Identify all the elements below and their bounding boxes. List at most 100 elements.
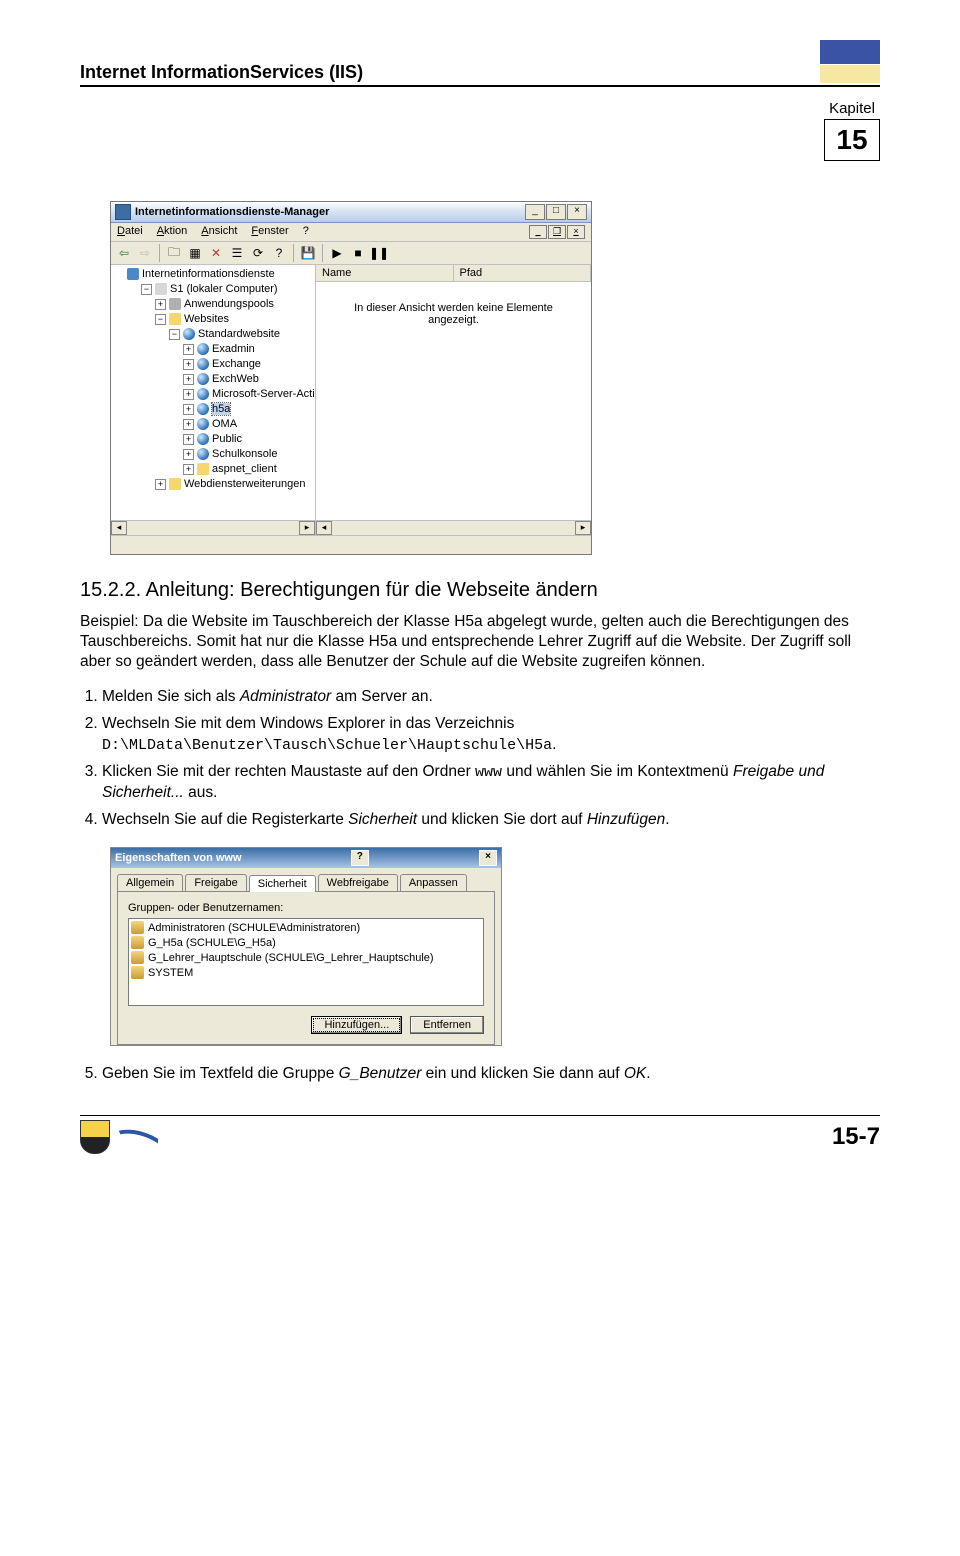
maximize-button[interactable]: □	[546, 204, 566, 220]
add-button[interactable]: Hinzufügen...	[311, 1016, 402, 1034]
list-item[interactable]: G_H5a (SCHULE\G_H5a)	[131, 936, 481, 951]
horizontal-scrollbar[interactable]: ◂▸	[111, 520, 315, 535]
pause-button[interactable]: ❚❚	[370, 244, 388, 262]
empty-list-message: In dieser Ansicht werden keine Elemente	[354, 302, 553, 314]
remove-button[interactable]: Entfernen	[410, 1016, 484, 1034]
group-icon	[131, 921, 144, 934]
export-button[interactable]: 💾	[299, 244, 317, 262]
step-3: Klicken Sie mit der rechten Maustaste au…	[102, 762, 880, 804]
horizontal-scrollbar[interactable]: ◂▸	[316, 520, 591, 535]
forward-button[interactable]: ⇨	[136, 244, 154, 262]
root-icon	[127, 268, 139, 280]
globe-icon	[197, 433, 209, 445]
server-icon	[155, 283, 167, 295]
refresh-button[interactable]: ⟳	[249, 244, 267, 262]
child-close-button[interactable]: ×	[567, 225, 585, 239]
globe-icon	[197, 403, 209, 415]
page-number: 15-7	[832, 1123, 880, 1151]
tab-allgemein[interactable]: Allgemein	[117, 874, 183, 891]
expand-toggle[interactable]: +	[183, 449, 194, 460]
tab-sicherheit[interactable]: Sicherheit	[249, 875, 316, 892]
close-button[interactable]: ×	[479, 850, 497, 866]
close-button[interactable]: ×	[567, 204, 587, 220]
expand-toggle[interactable]: +	[183, 359, 194, 370]
section-heading: 15.2.2. Anleitung: Berechtigungen für di…	[80, 579, 880, 602]
tab-freigabe[interactable]: Freigabe	[185, 874, 246, 891]
expand-toggle[interactable]: +	[183, 389, 194, 400]
menu-ansicht[interactable]: Ansicht	[201, 225, 237, 239]
menu-help[interactable]: ?	[303, 225, 309, 239]
help-button[interactable]: ?	[351, 850, 369, 866]
column-header-path[interactable]: Pfad	[454, 265, 592, 281]
properties-button[interactable]: ☰	[228, 244, 246, 262]
tree-websites[interactable]: Websites	[184, 313, 229, 325]
step-5: Geben Sie im Textfeld die Gruppe G_Benut…	[102, 1064, 880, 1085]
minimize-button[interactable]: _	[525, 204, 545, 220]
tree-server[interactable]: S1 (lokaler Computer)	[170, 283, 278, 295]
menubar[interactable]: Datei Aktion Ansicht Fenster ? _ ❐ ×	[111, 223, 591, 242]
expand-toggle[interactable]: +	[155, 479, 166, 490]
tree-node-selected[interactable]: h5a	[212, 403, 230, 415]
tree-node[interactable]: Microsoft-Server-Acti	[212, 388, 315, 400]
tree-pools[interactable]: Anwendungspools	[184, 298, 274, 310]
expand-toggle[interactable]: −	[155, 314, 166, 325]
globe-icon	[197, 388, 209, 400]
tree-node[interactable]: aspnet_client	[212, 463, 277, 475]
section-number: 15.2.2.	[80, 579, 141, 601]
window-title: Internetinformationsdienste-Manager	[135, 206, 329, 218]
tree-node[interactable]: OMA	[212, 418, 237, 430]
expand-toggle[interactable]: +	[155, 299, 166, 310]
list-icon[interactable]: ▦	[186, 244, 204, 262]
tree-node[interactable]: Exchange	[212, 358, 261, 370]
expand-toggle[interactable]: −	[169, 329, 180, 340]
expand-toggle[interactable]: −	[141, 284, 152, 295]
stop-button[interactable]: ■	[349, 244, 367, 262]
crest-icon	[80, 1120, 110, 1154]
steps-list: Melden Sie sich als Administrator am Ser…	[80, 687, 880, 831]
group-listbox[interactable]: Administratoren (SCHULE\Administratoren)…	[128, 918, 484, 1006]
tree-ext[interactable]: Webdiensterweiterungen	[184, 478, 305, 490]
tab-anpassen[interactable]: Anpassen	[400, 874, 467, 891]
header-decoration	[820, 40, 880, 83]
up-button[interactable]: 🗀	[165, 244, 183, 262]
list-item[interactable]: Administratoren (SCHULE\Administratoren)	[131, 921, 481, 936]
expand-toggle[interactable]: +	[183, 464, 194, 475]
tree-panel[interactable]: Internetinformationsdienste − S1 (lokaler…	[111, 265, 316, 535]
globe-icon	[197, 358, 209, 370]
back-button[interactable]: ⇦	[115, 244, 133, 262]
globe-icon	[197, 448, 209, 460]
menu-fenster[interactable]: Fenster	[251, 225, 288, 239]
window-titlebar[interactable]: Internetinformationsdienste-Manager _ □ …	[111, 202, 591, 223]
menu-datei[interactable]: Datei	[117, 225, 143, 239]
expand-toggle[interactable]: +	[183, 434, 194, 445]
tree-node[interactable]: Schulkonsole	[212, 448, 277, 460]
tree-stdsite[interactable]: Standardwebsite	[198, 328, 280, 340]
properties-dialog: Eigenschaften von www ? × Allgemein Frei…	[110, 847, 502, 1046]
dialog-title: Eigenschaften von www	[115, 852, 242, 864]
tree-node[interactable]: Public	[212, 433, 242, 445]
child-minimize-button[interactable]: _	[529, 225, 547, 239]
expand-toggle[interactable]: +	[183, 344, 194, 355]
globe-icon	[197, 373, 209, 385]
page-footer: 15-7	[80, 1115, 880, 1154]
swoosh-icon	[116, 1126, 158, 1148]
expand-toggle[interactable]: +	[183, 374, 194, 385]
chapter-number: 15	[824, 119, 880, 161]
menu-aktion[interactable]: Aktion	[157, 225, 188, 239]
column-header-name[interactable]: Name	[316, 265, 454, 281]
child-restore-button[interactable]: ❐	[548, 225, 566, 239]
tab-strip: Allgemein Freigabe Sicherheit Webfreigab…	[111, 868, 501, 891]
expand-toggle[interactable]: +	[183, 404, 194, 415]
tree-root[interactable]: Internetinformationsdienste	[142, 268, 275, 280]
tab-webfreigabe[interactable]: Webfreigabe	[318, 874, 398, 891]
play-button[interactable]: ▶	[328, 244, 346, 262]
expand-toggle[interactable]: +	[183, 419, 194, 430]
delete-button[interactable]: ✕	[207, 244, 225, 262]
list-item[interactable]: SYSTEM	[131, 966, 481, 981]
dialog-titlebar[interactable]: Eigenschaften von www ? ×	[111, 848, 501, 868]
help-button[interactable]: ?	[270, 244, 288, 262]
list-item[interactable]: G_Lehrer_Hauptschule (SCHULE\G_Lehrer_Ha…	[131, 951, 481, 966]
tree-node[interactable]: Exadmin	[212, 343, 255, 355]
iis-manager-window: Internetinformationsdienste-Manager _ □ …	[110, 201, 592, 555]
tree-node[interactable]: ExchWeb	[212, 373, 259, 385]
